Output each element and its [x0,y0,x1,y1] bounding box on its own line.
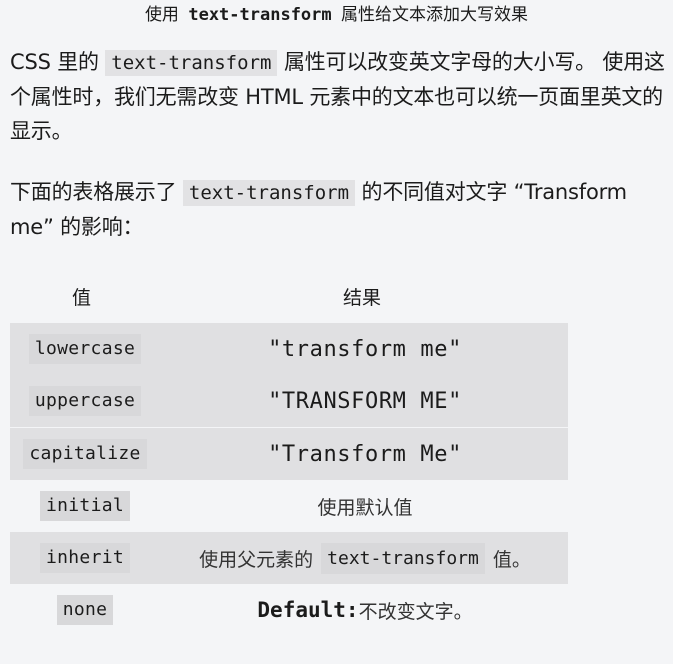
value-cell: lowercase [10,323,160,375]
value-cell: none [10,584,160,636]
title-prefix: 使用 [144,5,179,25]
result-cell: "TRANSFORM ME" [268,388,462,414]
value-cell: capitalize [10,428,160,480]
value-code: lowercase [28,334,142,364]
title-code: text-transform [188,5,332,25]
table-row-inherit: inherit 使用父元素的 text-transform 值。 [10,532,568,584]
result-cell: "Transform Me" [268,441,462,467]
result-cell: 使用父元素的 text-transform 值。 [160,532,570,584]
table-row-initial: initial 使用默认值 [10,480,568,532]
value-cell: initial [10,480,160,532]
table-header-value: 值 [72,287,92,309]
value-code: uppercase [28,386,142,416]
result-strong: Default: [257,598,359,622]
lead-paragraph: 下面的表格展示了 text-transform 的不同值对文字 “Transfo… [10,175,670,244]
result-text-after: 值。 [492,548,531,571]
intro-paragraph: CSS 里的 text-transform 属性可以改变英文字母的大小写。 使用… [10,45,670,148]
table-row-capitalize: capitalize "Transform Me" [10,428,568,480]
title-suffix: 属性给文本添加大写效果 [341,5,529,25]
table-row-none: none Default: 不改变文字。 [10,584,568,636]
result-text-after: 不改变文字。 [358,600,473,623]
page-title: 使用 text-transform 属性给文本添加大写效果 [0,2,673,28]
value-code: inherit [40,543,130,573]
table-header-result: 结果 [343,287,382,309]
lead-code: text-transform [182,180,356,206]
result-cell: 使用默认值 [317,496,413,519]
value-code: none [56,595,114,625]
table-row-uppercase: uppercase "TRANSFORM ME" [10,375,568,427]
table-row-lowercase: lowercase "transform me" [10,323,568,375]
value-code: initial [40,491,130,521]
intro-text-before: CSS 里的 [10,50,99,74]
value-cell: uppercase [10,375,160,427]
value-code: capitalize [23,439,147,469]
result-cell: Default: 不改变文字。 [160,584,570,636]
result-text-before: 使用父元素的 [199,548,314,571]
lead-text-before: 下面的表格展示了 [10,180,177,204]
result-code: text-transform [321,542,485,574]
result-cell: "transform me" [268,336,462,362]
value-cell: inherit [10,532,160,584]
intro-code: text-transform [105,50,278,76]
